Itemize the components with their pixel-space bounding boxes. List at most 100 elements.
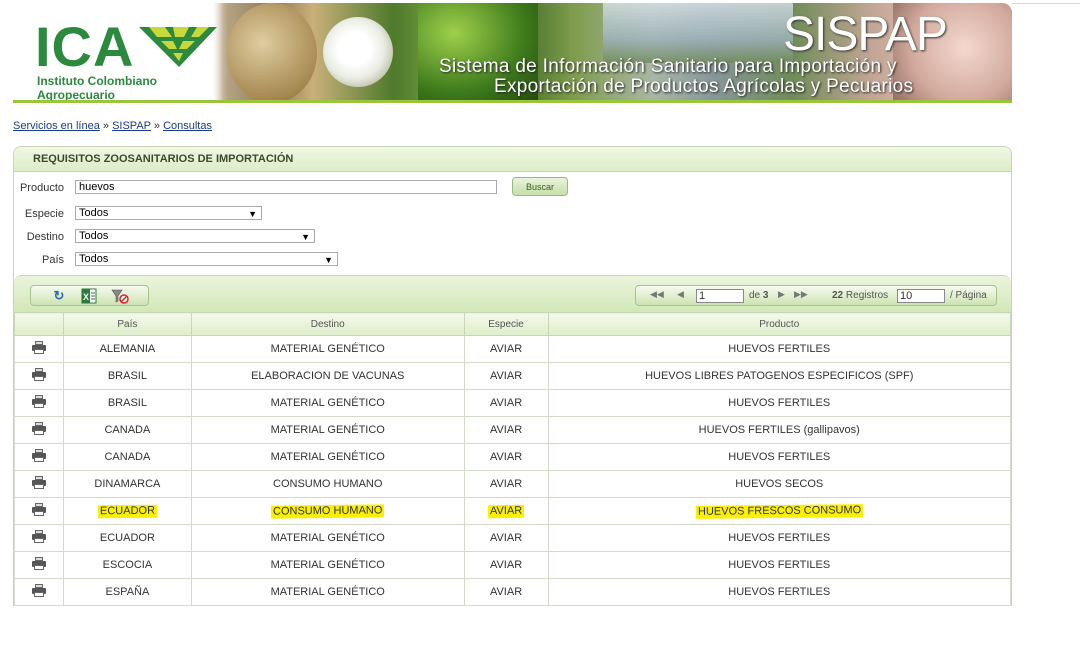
refresh-icon[interactable]: ↻	[51, 288, 67, 304]
printer-icon[interactable]	[31, 584, 47, 597]
producto-value: HUEVOS FERTILES	[728, 451, 831, 463]
printer-icon[interactable]	[31, 557, 47, 570]
results-table: País Destino Especie Producto ALEMANIA MA…	[14, 312, 1011, 606]
print-cell	[14, 362, 64, 390]
pais-value: BRASIL	[107, 370, 147, 382]
printer-icon[interactable]	[31, 368, 47, 381]
buscar-button[interactable]: Buscar	[512, 177, 568, 196]
table-row[interactable]: BRASIL ELABORACION DE VACUNAS AVIAR HUEVOS …	[14, 362, 1011, 390]
especie-value: AVIAR	[489, 424, 523, 436]
table-row[interactable]: BRASIL MATERIAL GENÉTICO AVIAR HUEVOS FERTI…	[14, 389, 1011, 417]
especie-select[interactable]: Todos ▼	[75, 206, 262, 220]
page-number-input[interactable]: 1	[696, 289, 744, 303]
printer-icon[interactable]	[31, 530, 47, 543]
especie-value: AVIAR	[489, 586, 523, 598]
table-row[interactable]: ECUADOR MATERIAL GENÉTICO AVIAR HUEVOS FERT…	[14, 524, 1011, 552]
cell-especie: AVIAR	[463, 335, 549, 363]
ica-logo[interactable]: ICA Instituto Colombiano Agropecuario	[13, 3, 228, 103]
cell-pais: DINAMARCA	[62, 470, 192, 498]
destino-value: MATERIAL GENÉTICO	[270, 559, 385, 571]
producto-value: HUEVOS FERTILES (gallipavos)	[698, 424, 860, 436]
printer-icon[interactable]	[31, 341, 47, 354]
cell-pais: ECUADOR	[62, 497, 192, 525]
cell-pais: ALEMANIA	[62, 335, 192, 363]
table-row[interactable]: ESPAÑA MATERIAL GENÉTICO AVIAR HUEVOS FERTI…	[14, 578, 1011, 606]
especie-value: AVIAR	[489, 559, 523, 571]
cell-producto: HUEVOS FERTILES	[547, 389, 1011, 417]
first-page-icon[interactable]: ◀◀	[650, 289, 664, 300]
printer-icon[interactable]	[31, 395, 47, 408]
cell-pais: ESPAÑA	[62, 578, 192, 606]
app-subtitle-line1: Sistema de Información Sanitario para Im…	[439, 56, 897, 77]
cell-especie: AVIAR	[463, 524, 549, 552]
cell-especie: AVIAR	[463, 497, 549, 525]
table-row[interactable]: ESCOCIA MATERIAL GENÉTICO AVIAR HUEVOS FERT…	[14, 551, 1011, 579]
cell-destino: MATERIAL GENÉTICO	[190, 524, 465, 552]
grid-toolbar: ↻ X ◀◀ ◀ 1 de 3 ▶ ▶▶ 22 Registros 10 / P…	[14, 275, 1011, 312]
panel-header: REQUISITOS ZOOSANITARIOS DE IMPORTACIÓN	[14, 147, 1011, 172]
print-cell	[14, 470, 64, 498]
cell-destino: MATERIAL GENÉTICO	[190, 551, 465, 579]
producto-input[interactable]: huevos	[75, 180, 497, 194]
chevron-down-icon: ▼	[324, 255, 333, 265]
destino-select[interactable]: Todos ▼	[75, 229, 315, 243]
app-subtitle-line2: Exportación de Productos Agrícolas y Pec…	[494, 76, 914, 97]
logo-diamond-icon	[139, 27, 217, 67]
app-title: SISPAP	[783, 8, 948, 61]
breadcrumb-consultas[interactable]: Consultas	[163, 120, 212, 132]
breadcrumb-separator: »	[102, 120, 110, 132]
pais-value: CANADA	[104, 424, 151, 436]
destino-value: MATERIAL GENÉTICO	[270, 397, 385, 409]
table-row[interactable]: ECUADOR CONSUMO HUMANO AVIAR HUEVOS FRESCOS…	[14, 497, 1011, 525]
table-row[interactable]: CANADA MATERIAL GENÉTICO AVIAR HUEVOS FERTI…	[14, 416, 1011, 444]
header-banner: ICA Instituto Colombiano Agropecuario SI…	[13, 3, 1012, 103]
panel-title: REQUISITOS ZOOSANITARIOS DE IMPORTACIÓN	[33, 153, 294, 165]
chevron-down-icon: ▼	[248, 209, 257, 219]
destino-value: CONSUMO HUMANO	[270, 503, 385, 519]
printer-icon[interactable]	[31, 503, 47, 516]
last-page-icon[interactable]: ▶▶	[794, 289, 808, 300]
producto-value: HUEVOS FERTILES	[728, 397, 831, 409]
breadcrumb-sispap[interactable]: SISPAP	[112, 120, 151, 132]
clear-filter-icon[interactable]	[111, 288, 129, 304]
producto-value: HUEVOS LIBRES PATOGENOS ESPECIFICOS (SPF…	[645, 370, 914, 382]
especie-value: AVIAR	[489, 532, 523, 544]
pais-value: ALEMANIA	[99, 343, 156, 355]
col-header-pais[interactable]: País	[62, 312, 192, 336]
records-label: Registros	[845, 290, 889, 301]
table-row[interactable]: ALEMANIA MATERIAL GENÉTICO AVIAR HUEVOS FER…	[14, 335, 1011, 363]
print-cell	[14, 443, 64, 471]
of-text: de	[749, 290, 761, 301]
cell-producto: HUEVOS SECOS	[547, 470, 1011, 498]
printer-icon[interactable]	[31, 422, 47, 435]
cell-especie: AVIAR	[463, 551, 549, 579]
col-header-producto[interactable]: Producto	[547, 312, 1011, 336]
printer-icon[interactable]	[31, 449, 47, 462]
especie-value: AVIAR	[489, 478, 523, 490]
cell-destino: CONSUMO HUMANO	[190, 497, 465, 525]
col-header-especie[interactable]: Especie	[463, 312, 549, 336]
prev-page-icon[interactable]: ◀	[677, 289, 684, 300]
page-size-input[interactable]: 10	[897, 289, 945, 303]
pais-label: País	[41, 254, 64, 266]
cell-destino: CONSUMO HUMANO	[190, 470, 465, 498]
pais-select[interactable]: Todos ▼	[75, 252, 338, 266]
breadcrumb-servicios[interactable]: Servicios en línea	[13, 120, 100, 132]
producto-value: HUEVOS FERTILES	[728, 532, 831, 544]
excel-icon[interactable]: X	[81, 288, 97, 304]
print-cell	[14, 389, 64, 417]
requirements-panel: REQUISITOS ZOOSANITARIOS DE IMPORTACIÓN …	[13, 146, 1012, 606]
especie-select-value: Todos	[79, 207, 109, 219]
destino-value: MATERIAL GENÉTICO	[270, 343, 385, 355]
col-header-destino[interactable]: Destino	[190, 312, 465, 336]
printer-icon[interactable]	[31, 476, 47, 489]
next-page-icon[interactable]: ▶	[778, 289, 785, 300]
table-row[interactable]: CANADA MATERIAL GENÉTICO AVIAR HUEVOS FERTI…	[14, 443, 1011, 471]
table-row[interactable]: DINAMARCA CONSUMO HUMANO AVIAR HUEVOS SECOS	[14, 470, 1011, 498]
pais-select-value: Todos	[79, 253, 109, 265]
pais-value: BRASIL	[107, 397, 147, 409]
pais-value: DINAMARCA	[94, 478, 161, 490]
banner-photo-greenhouse	[603, 3, 793, 63]
cell-especie: AVIAR	[463, 362, 549, 390]
destino-value: ELABORACION DE VACUNAS	[251, 370, 405, 382]
